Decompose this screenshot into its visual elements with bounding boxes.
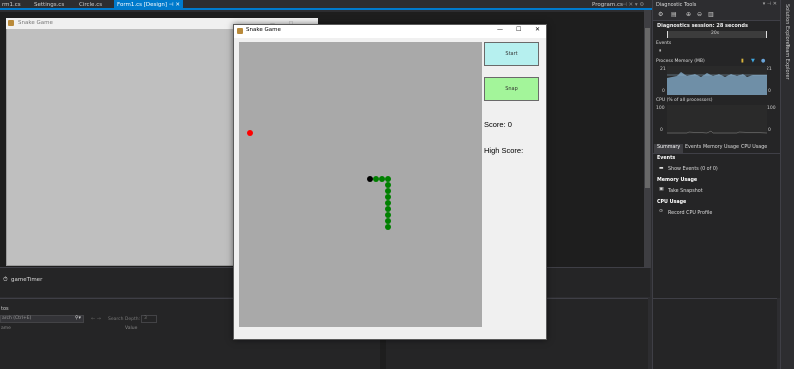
locals-panel-title: tos [1, 306, 9, 312]
form-app-icon [8, 20, 14, 26]
start-button[interactable]: Start [484, 42, 539, 66]
record-icon: ⊙ [659, 209, 664, 214]
diag-tab-summary[interactable]: Summary [654, 144, 684, 153]
show-events-link[interactable]: Show Events (0 of 0) [668, 167, 718, 172]
maximize-icon[interactable]: ☐ [516, 26, 521, 33]
summary-memory-header: Memory Usage [657, 178, 698, 183]
memory-graph-header[interactable]: Process Memory (MB) [656, 59, 705, 64]
diag-session-label: Diagnostics session: 28 seconds [657, 23, 748, 29]
search-placeholder: arch (Ctrl+E) [2, 316, 32, 321]
column-value-header[interactable]: Value [125, 326, 137, 331]
snake-game-window: Snake Game — ☐ ✕ Start Snap Score: 0 Hig… [233, 24, 547, 340]
snake-segment [385, 224, 391, 230]
tab-form1-design[interactable]: Form1.cs [Design] ⊣ ✕ [114, 0, 183, 10]
side-tool-strip: Solution Explorer Team Explorer [780, 0, 794, 369]
settings-gear-icon[interactable]: ⚙ [658, 11, 663, 18]
nav-arrows-icon[interactable]: ← → [91, 316, 101, 322]
zoom-in-icon[interactable]: ⊕ [686, 11, 691, 18]
minimize-icon[interactable]: — [497, 26, 503, 33]
cpu-max-right: 100 [767, 106, 776, 111]
gc-marker-icon: ▮ [741, 58, 744, 64]
zoom-out-icon[interactable]: ⊖ [697, 11, 702, 18]
locals-search-input[interactable]: arch (Ctrl+E) ⚲▾ [0, 315, 84, 323]
tab-program-cs[interactable]: Program.cs [592, 0, 623, 10]
diagnostic-tools-panel: Diagnostic Tools ▾ ⊣ ✕ ⚙ ▤ ⊕ ⊖ ▥ Diagnos… [652, 0, 780, 298]
events-graph-header[interactable]: Events [656, 41, 671, 46]
diag-tab-cpu[interactable]: CPU Usage [741, 145, 767, 150]
record-cpu-profile-button[interactable]: Record CPU Profile [668, 211, 712, 216]
select-tools-icon[interactable]: ▤ [671, 11, 677, 18]
app-icon [237, 28, 243, 34]
reset-view-icon[interactable]: ▥ [708, 11, 714, 18]
team-explorer-tab[interactable]: Team Explorer [784, 44, 790, 80]
column-name-header[interactable]: ame [1, 326, 11, 331]
search-depth-label: Search Depth: [108, 317, 141, 322]
snake-game-title: Snake Game [246, 27, 281, 33]
pin-icon[interactable]: ⊣ [169, 2, 174, 8]
snapshot-marker-icon: ▼ [751, 58, 755, 64]
cpu-usage-graph[interactable] [667, 105, 767, 134]
tab-circle-cs[interactable]: Circle.cs [79, 0, 102, 10]
designer-form-title: Snake Game [18, 20, 53, 26]
close-icon[interactable]: ✕ [175, 2, 180, 8]
game-board[interactable] [239, 42, 482, 327]
show-events-icon: ▬ [659, 166, 664, 171]
search-depth-value: 3 [144, 316, 147, 321]
private-bytes-marker-icon: ● [761, 58, 766, 64]
timeline-20s-label: 20s [711, 31, 720, 36]
scrollbar-thumb[interactable] [645, 28, 650, 188]
snap-button[interactable]: Snap [484, 77, 539, 101]
tab-form1-cs[interactable]: rm1.cs [2, 0, 21, 10]
cpu-max-left: 100 [656, 106, 665, 111]
break-marker-icon: ⏸ [659, 48, 662, 54]
diag-tab-events[interactable]: Events [685, 145, 701, 150]
cpu-min-right: 0 [768, 128, 771, 133]
memory-usage-graph[interactable] [667, 66, 767, 95]
diag-window-controls-icon[interactable]: ▾ ⊣ ✕ [763, 1, 777, 7]
solution-explorer-tab[interactable]: Solution Explorer [784, 4, 790, 47]
tab-overflow-icon[interactable]: ⊣ ✕ ▾ ⚙ [622, 0, 644, 10]
document-tab-strip: rm1.cs Settings.cs Circle.cs Form1.cs [D… [0, 0, 652, 10]
tab-form1-design-label: Form1.cs [Design] [117, 2, 168, 8]
snapshot-icon: ▣ [659, 187, 664, 192]
close-icon[interactable]: ✕ [535, 26, 540, 33]
high-score-label: High Score: [484, 146, 524, 155]
score-label: Score: 0 [484, 120, 512, 129]
diag-tab-memory[interactable]: Memory Usage [703, 145, 739, 150]
summary-cpu-header: CPU Usage [657, 200, 687, 205]
tab-settings-cs[interactable]: Settings.cs [34, 0, 64, 10]
search-depth-select[interactable]: 3 [141, 315, 157, 323]
memory-max-left: 21 [660, 67, 666, 72]
cpu-min-left: 0 [660, 128, 663, 133]
diag-tab-strip: Summary Events Memory Usage CPU Usage [653, 144, 780, 154]
diag-timeline[interactable]: 20s [667, 31, 767, 38]
summary-events-header: Events [657, 156, 676, 161]
snake-game-titlebar[interactable]: Snake Game — ☐ ✕ [234, 25, 546, 38]
cpu-graph-header[interactable]: CPU (% of all processors) [656, 98, 713, 103]
designer-vertical-scrollbar[interactable] [644, 10, 651, 268]
timer-icon: ⏱ [3, 276, 8, 283]
memory-min-left: 0 [662, 89, 665, 94]
food-pellet [247, 130, 253, 136]
tray-item-gametimer[interactable]: gameTimer [11, 277, 42, 283]
memory-min-right: 0 [768, 89, 771, 94]
diag-toolbar: ⚙ ▤ ⊕ ⊖ ▥ [653, 10, 780, 21]
search-icon[interactable]: ⚲▾ [75, 315, 81, 321]
diagnostic-tools-title: Diagnostic Tools [656, 2, 697, 8]
take-snapshot-button[interactable]: Take Snapshot [668, 189, 703, 194]
properties-panel [652, 298, 777, 369]
